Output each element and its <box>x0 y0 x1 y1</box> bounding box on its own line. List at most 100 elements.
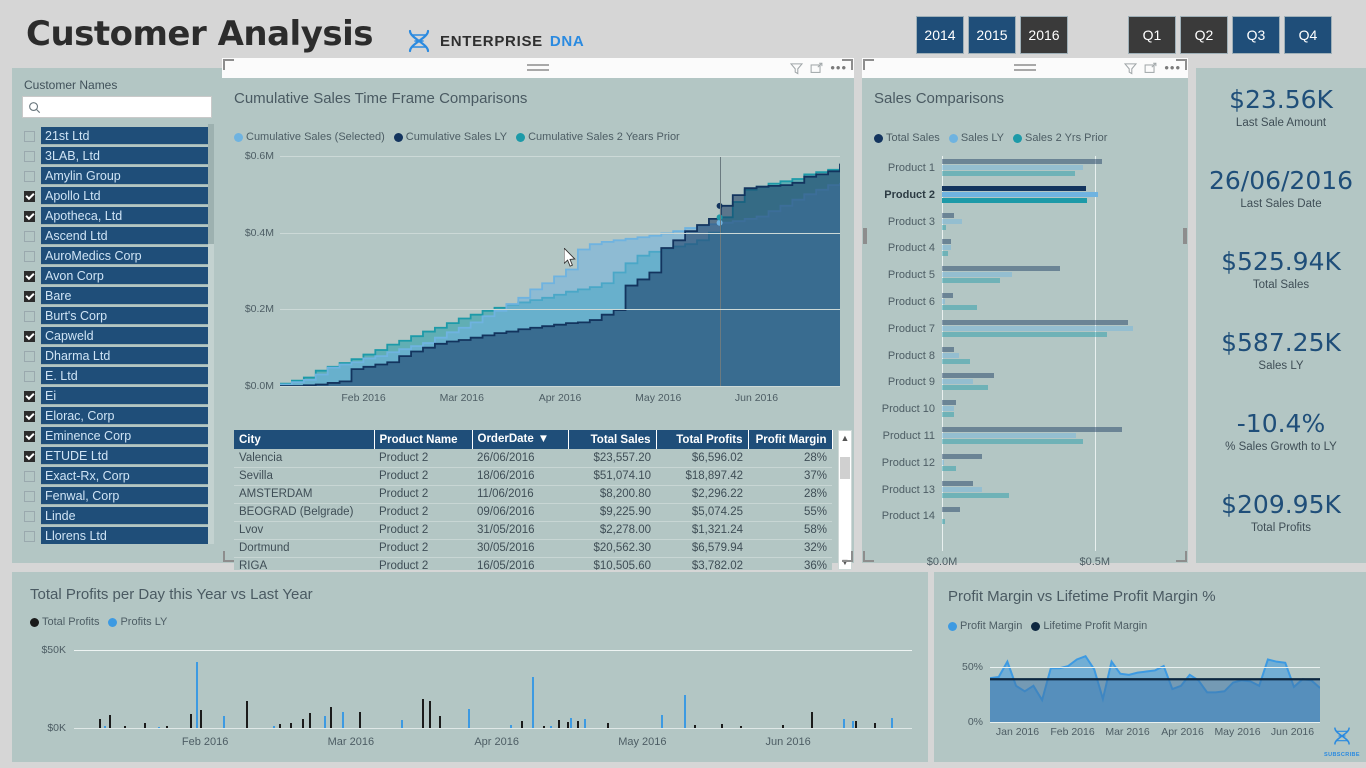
customer-checkbox[interactable] <box>24 230 35 242</box>
bar-segment[interactable] <box>942 224 946 230</box>
customer-checkbox[interactable] <box>24 130 35 142</box>
drag-grip-icon[interactable] <box>1014 64 1036 74</box>
bar-category-label[interactable]: Product 1 <box>888 162 935 174</box>
cumulative-legend-item[interactable]: Cumulative Sales LY <box>393 131 507 143</box>
customer-name-label[interactable]: Avon Corp <box>41 267 208 285</box>
customer-list-item[interactable]: Apotheca, Ltd <box>18 206 222 226</box>
customer-list-item[interactable]: Capweld <box>18 326 222 346</box>
quarter-option-q3[interactable]: Q3 <box>1232 16 1280 54</box>
profit-bar[interactable] <box>740 726 743 728</box>
customer-list-item[interactable]: 3LAB, Ltd <box>18 146 222 166</box>
bar-segment[interactable] <box>942 191 1098 197</box>
bar-category-label[interactable]: Product 3 <box>888 216 935 228</box>
bar-segment[interactable] <box>942 212 955 218</box>
bar-segment[interactable] <box>942 433 1077 438</box>
bar-segment[interactable] <box>942 325 1133 331</box>
bar-category-label[interactable]: Product 4 <box>888 242 935 254</box>
customer-checkbox[interactable] <box>24 210 35 222</box>
profit-bar[interactable] <box>566 721 569 728</box>
quarter-option-q4[interactable]: Q4 <box>1284 16 1332 54</box>
customer-list-item[interactable]: Bare <box>18 286 222 306</box>
profit-bar[interactable] <box>438 715 441 728</box>
year-option-2014[interactable]: 2014 <box>916 16 964 54</box>
profit-bar[interactable] <box>570 717 573 728</box>
bar-segment[interactable] <box>942 185 1086 191</box>
customer-names-slicer[interactable]: Customer Names 21st Ltd 3LAB, Ltd Amylin G… <box>12 68 222 563</box>
customer-name-label[interactable]: ETUDE Ltd <box>41 447 208 465</box>
bar-segment[interactable] <box>942 299 946 304</box>
profit-bar[interactable] <box>166 725 169 728</box>
customer-checkbox[interactable] <box>24 170 35 182</box>
bar-segment[interactable] <box>942 346 955 352</box>
profit-bar[interactable] <box>694 724 697 728</box>
profit-bar[interactable] <box>124 726 127 728</box>
resize-corner-tl[interactable] <box>223 59 234 70</box>
profits-legend-item[interactable]: Total Profits <box>30 616 99 628</box>
bar-segment[interactable] <box>942 480 973 486</box>
bar-segment[interactable] <box>942 373 994 379</box>
quarter-slicer[interactable]: Q1 Q2 Q3 Q4 <box>1128 16 1332 54</box>
bar-segment[interactable] <box>942 492 1010 498</box>
customer-name-label[interactable]: Capweld <box>41 327 208 345</box>
profit-bar[interactable] <box>330 706 333 728</box>
profit-bar[interactable] <box>290 723 293 728</box>
filter-icon[interactable] <box>1124 62 1138 75</box>
bar-segment[interactable] <box>942 486 982 492</box>
customer-checkbox[interactable] <box>24 430 35 442</box>
bar-segment[interactable] <box>942 439 1083 444</box>
year-slicer[interactable]: 2014 2015 2016 <box>916 16 1068 54</box>
customer-checkbox[interactable] <box>24 510 35 522</box>
customer-list-item[interactable]: Fenwal, Corp <box>18 486 222 506</box>
quarter-option-q2[interactable]: Q2 <box>1180 16 1228 54</box>
bar-segment[interactable] <box>942 427 1123 432</box>
customer-list-item[interactable]: Avon Corp <box>18 266 222 286</box>
profit-bar[interactable] <box>891 717 894 728</box>
customer-name-label[interactable]: Fenwal, Corp <box>41 487 208 505</box>
profit-bar[interactable] <box>157 726 160 728</box>
bar-segment[interactable] <box>942 272 1013 278</box>
bar-segment[interactable] <box>942 465 956 471</box>
customer-name-label[interactable]: Elorac, Corp <box>41 407 208 425</box>
bar-segment[interactable] <box>942 406 955 412</box>
table-row[interactable]: Lvov Product 2 31/05/2016 $2,278.00 $1,321.2… <box>234 521 832 540</box>
table-column-header[interactable]: Profit Margin <box>748 430 833 449</box>
bar-segment[interactable] <box>942 352 959 358</box>
profit-bar[interactable] <box>323 716 326 728</box>
filter-icon[interactable] <box>790 62 804 75</box>
bar-category-label[interactable]: Product 12 <box>882 457 935 469</box>
bar-segment[interactable] <box>942 245 952 251</box>
bar-segment[interactable] <box>942 385 988 391</box>
profit-bar[interactable] <box>606 723 609 728</box>
focus-mode-icon[interactable] <box>810 62 823 75</box>
drag-grip-icon[interactable] <box>527 64 549 74</box>
customer-name-label[interactable]: Burt's Corp <box>41 307 208 325</box>
customer-checkbox[interactable] <box>24 330 35 342</box>
bar-segment[interactable] <box>942 197 1088 203</box>
bar-category-label[interactable]: Product 9 <box>888 376 935 388</box>
customer-list-item[interactable]: Ei <box>18 386 222 406</box>
comparisons-legend-item[interactable]: Sales 2 Yrs Prior <box>1013 132 1107 144</box>
profit-bar[interactable] <box>143 723 146 728</box>
customer-list-item[interactable]: Linde <box>18 506 222 526</box>
year-option-2015[interactable]: 2015 <box>968 16 1016 54</box>
bar-category-label[interactable]: Product 14 <box>882 510 935 522</box>
profit-bar[interactable] <box>509 724 512 728</box>
profits-legend-item[interactable]: Profits LY <box>108 616 167 628</box>
bar-category-label[interactable]: Product 13 <box>882 484 935 496</box>
bar-segment[interactable] <box>942 319 1129 325</box>
bar-category-label[interactable]: Product 11 <box>883 430 935 442</box>
bar-segment[interactable] <box>942 519 946 525</box>
table-header-row[interactable]: City Product Name OrderDate ▼ Total Sales Tot… <box>234 430 833 449</box>
profit-bar[interactable] <box>273 726 276 728</box>
resize-corner-tr[interactable] <box>842 59 853 70</box>
customer-checkbox[interactable] <box>24 310 35 322</box>
bar-segment[interactable] <box>942 239 952 245</box>
profit-bar[interactable] <box>99 719 102 728</box>
profit-bar[interactable] <box>851 720 854 728</box>
customer-checkbox[interactable] <box>24 410 35 422</box>
table-column-header[interactable]: City <box>234 430 375 449</box>
profit-bar[interactable] <box>576 720 579 728</box>
profit-bar[interactable] <box>199 710 202 728</box>
customer-checkbox[interactable] <box>24 390 35 402</box>
customer-list-item[interactable]: Dharma Ltd <box>18 346 222 366</box>
